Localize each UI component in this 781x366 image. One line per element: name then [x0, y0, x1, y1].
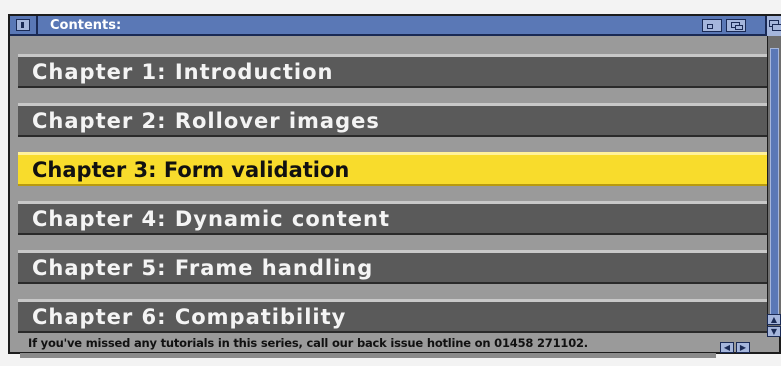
horizontal-scrollbar[interactable]	[20, 352, 716, 358]
zoom-icon[interactable]	[726, 19, 746, 32]
scroll-knob[interactable]	[770, 48, 779, 316]
chapter-item-6[interactable]: Chapter 6: Compatibility	[18, 299, 768, 333]
titlebar-divider	[36, 16, 38, 34]
contents-window: Contents: Chapter 1: Introduction Chapter…	[8, 14, 781, 358]
chapter-label: Chapter 6: Compatibility	[32, 305, 347, 329]
chapter-item-2[interactable]: Chapter 2: Rollover images	[18, 103, 768, 137]
chapter-item-1[interactable]: Chapter 1: Introduction	[18, 54, 768, 88]
close-icon[interactable]	[16, 19, 30, 31]
arrow-up-icon[interactable]: ▲	[767, 314, 781, 325]
arrow-left-icon[interactable]: ◀	[720, 342, 734, 353]
back-issue-note: If you've missed any tutorials in this s…	[28, 336, 588, 350]
chapter-label: Chapter 2: Rollover images	[32, 109, 380, 133]
chapter-label: Chapter 3: Form validation	[32, 158, 350, 182]
chapter-item-3[interactable]: Chapter 3: Form validation	[18, 152, 768, 186]
iconify-icon[interactable]	[702, 19, 722, 32]
chapter-label: Chapter 5: Frame handling	[32, 256, 374, 280]
chapter-label: Chapter 4: Dynamic content	[32, 207, 391, 231]
arrow-down-icon[interactable]: ▼	[767, 326, 781, 337]
window-title: Contents:	[50, 18, 122, 33]
arrow-right-icon[interactable]: ▶	[736, 342, 750, 353]
vertical-scrollbar[interactable]	[767, 36, 781, 336]
chapter-list: Chapter 1: Introduction Chapter 2: Rollov…	[18, 54, 768, 348]
depth-icon[interactable]	[765, 16, 781, 36]
chapter-item-4[interactable]: Chapter 4: Dynamic content	[18, 201, 768, 235]
chapter-label: Chapter 1: Introduction	[32, 60, 334, 84]
chapter-item-5[interactable]: Chapter 5: Frame handling	[18, 250, 768, 284]
window-titlebar[interactable]: Contents:	[10, 16, 765, 36]
